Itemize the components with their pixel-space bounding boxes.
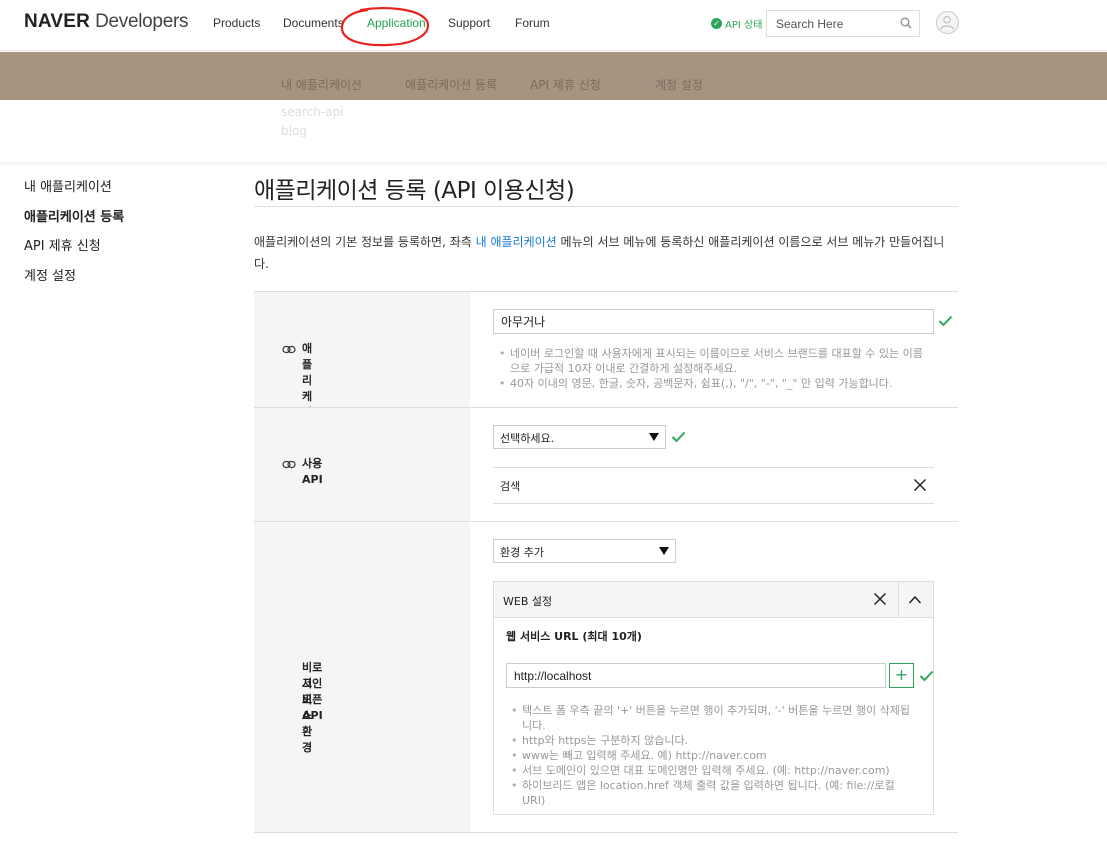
note-item: 하이브리드 앱은 location.href 객체 출력 값을 입력하면 됩니다… bbox=[508, 778, 913, 808]
web-url-label: 웹 서비스 URL (최대 10개) bbox=[506, 630, 642, 643]
sidebar-item-partnership[interactable]: API 제휴 신청 bbox=[24, 235, 101, 254]
band-item-account[interactable]: 계정 설정 bbox=[655, 76, 703, 93]
app-name-label: 애플리케이션 이름 bbox=[278, 341, 312, 467]
app-name-input[interactable] bbox=[493, 309, 934, 334]
naver-developers-logo[interactable]: NAVER Developers bbox=[24, 11, 189, 33]
link-icon[interactable] bbox=[282, 345, 296, 354]
web-settings-header: WEB 설정 bbox=[494, 582, 933, 618]
api-status-label: API 상태 bbox=[725, 20, 763, 31]
web-url-notes: 텍스트 폼 우측 끝의 '+' 버튼을 누르면 행이 추가되며, '-' 버튼을… bbox=[508, 703, 913, 808]
band-item-partnership[interactable]: API 제휴 신청 bbox=[530, 76, 601, 93]
dropdown-submenu: search-api blog bbox=[0, 100, 1107, 162]
user-icon bbox=[940, 16, 954, 30]
sidebar-item-account[interactable]: 계정 설정 bbox=[24, 265, 76, 284]
band-item-my-apps[interactable]: 내 애플리케이션 bbox=[281, 76, 362, 93]
submenu-item[interactable]: search-api bbox=[281, 105, 344, 119]
application-dropdown-band: 내 애플리케이션 애플리케이션 등록 API 제휴 신청 계정 설정 bbox=[0, 52, 1107, 100]
search-box bbox=[766, 10, 920, 37]
page-title: 애플리케이션 등록 (API 이용신청) bbox=[254, 178, 575, 204]
search-input[interactable] bbox=[767, 11, 887, 36]
api-select[interactable]: 선택하세요. bbox=[493, 425, 666, 449]
check-icon bbox=[919, 670, 934, 682]
selected-api-label: 검색 bbox=[500, 480, 521, 493]
my-apps-link[interactable]: 내 애플리케이션 bbox=[476, 235, 557, 249]
top-header: NAVER Developers Products Documents Appl… bbox=[0, 0, 1107, 51]
search-icon[interactable] bbox=[900, 17, 912, 29]
sidebar-item-register[interactable]: 애플리케이션 등록 bbox=[24, 206, 124, 225]
env-add-select[interactable]: 환경 추가 bbox=[493, 539, 676, 563]
web-settings-title: WEB 설정 bbox=[503, 595, 553, 608]
note-item: 40자 이내의 영문, 한글, 숫자, 공백문자, 쉼표(,), "/", "-… bbox=[496, 376, 926, 391]
add-url-button[interactable]: + bbox=[889, 663, 914, 688]
check-icon bbox=[671, 431, 686, 443]
red-annotation-circle bbox=[340, 7, 430, 47]
user-avatar[interactable] bbox=[936, 11, 959, 34]
close-icon[interactable] bbox=[913, 478, 927, 492]
nav-products[interactable]: Products bbox=[213, 16, 260, 30]
nav-forum[interactable]: Forum bbox=[515, 16, 550, 30]
api-status-link[interactable]: ✓ API 상태 bbox=[711, 16, 762, 31]
note-item: www는 빼고 입력해 주세요. 예) http://naver.com bbox=[508, 748, 913, 763]
chevron-up-icon[interactable] bbox=[908, 593, 922, 607]
note-item: 네이버 로그인할 때 사용자에게 표시되는 이름이므로 서비스 브랜드를 대표할… bbox=[496, 346, 926, 376]
api-label: 사용 API bbox=[278, 456, 323, 486]
nav-documents[interactable]: Documents bbox=[283, 16, 344, 30]
dropdown-arrow-icon bbox=[649, 433, 659, 441]
note-item: http와 https는 구분하지 않습니다. bbox=[508, 733, 913, 748]
check-circle-icon: ✓ bbox=[711, 18, 722, 29]
link-icon[interactable] bbox=[282, 460, 296, 469]
submenu-item[interactable]: blog bbox=[281, 124, 307, 138]
sidebar-item-my-apps[interactable]: 내 애플리케이션 bbox=[24, 176, 112, 195]
band-item-register[interactable]: 애플리케이션 등록 bbox=[405, 76, 497, 93]
note-item: 텍스트 폼 우측 끝의 '+' 버튼을 누르면 행이 추가되며, '-' 버튼을… bbox=[508, 703, 913, 733]
selected-api-item: 검색 bbox=[493, 467, 934, 504]
app-name-notes: 네이버 로그인할 때 사용자에게 표시되는 이름이므로 서비스 브랜드를 대표할… bbox=[496, 346, 926, 391]
check-icon bbox=[938, 315, 953, 327]
dropdown-arrow-icon bbox=[659, 547, 669, 555]
page-description: 애플리케이션의 기본 정보를 등록하면, 좌측 내 애플리케이션 메뉴의 서브 … bbox=[254, 235, 945, 271]
close-icon[interactable] bbox=[873, 592, 887, 606]
nav-support[interactable]: Support bbox=[448, 16, 490, 30]
title-divider bbox=[254, 206, 958, 207]
web-url-input[interactable] bbox=[506, 663, 886, 688]
note-item: 서브 도메인이 있으면 대표 도메인명만 입력해 주세요. (예: http:/… bbox=[508, 763, 913, 778]
